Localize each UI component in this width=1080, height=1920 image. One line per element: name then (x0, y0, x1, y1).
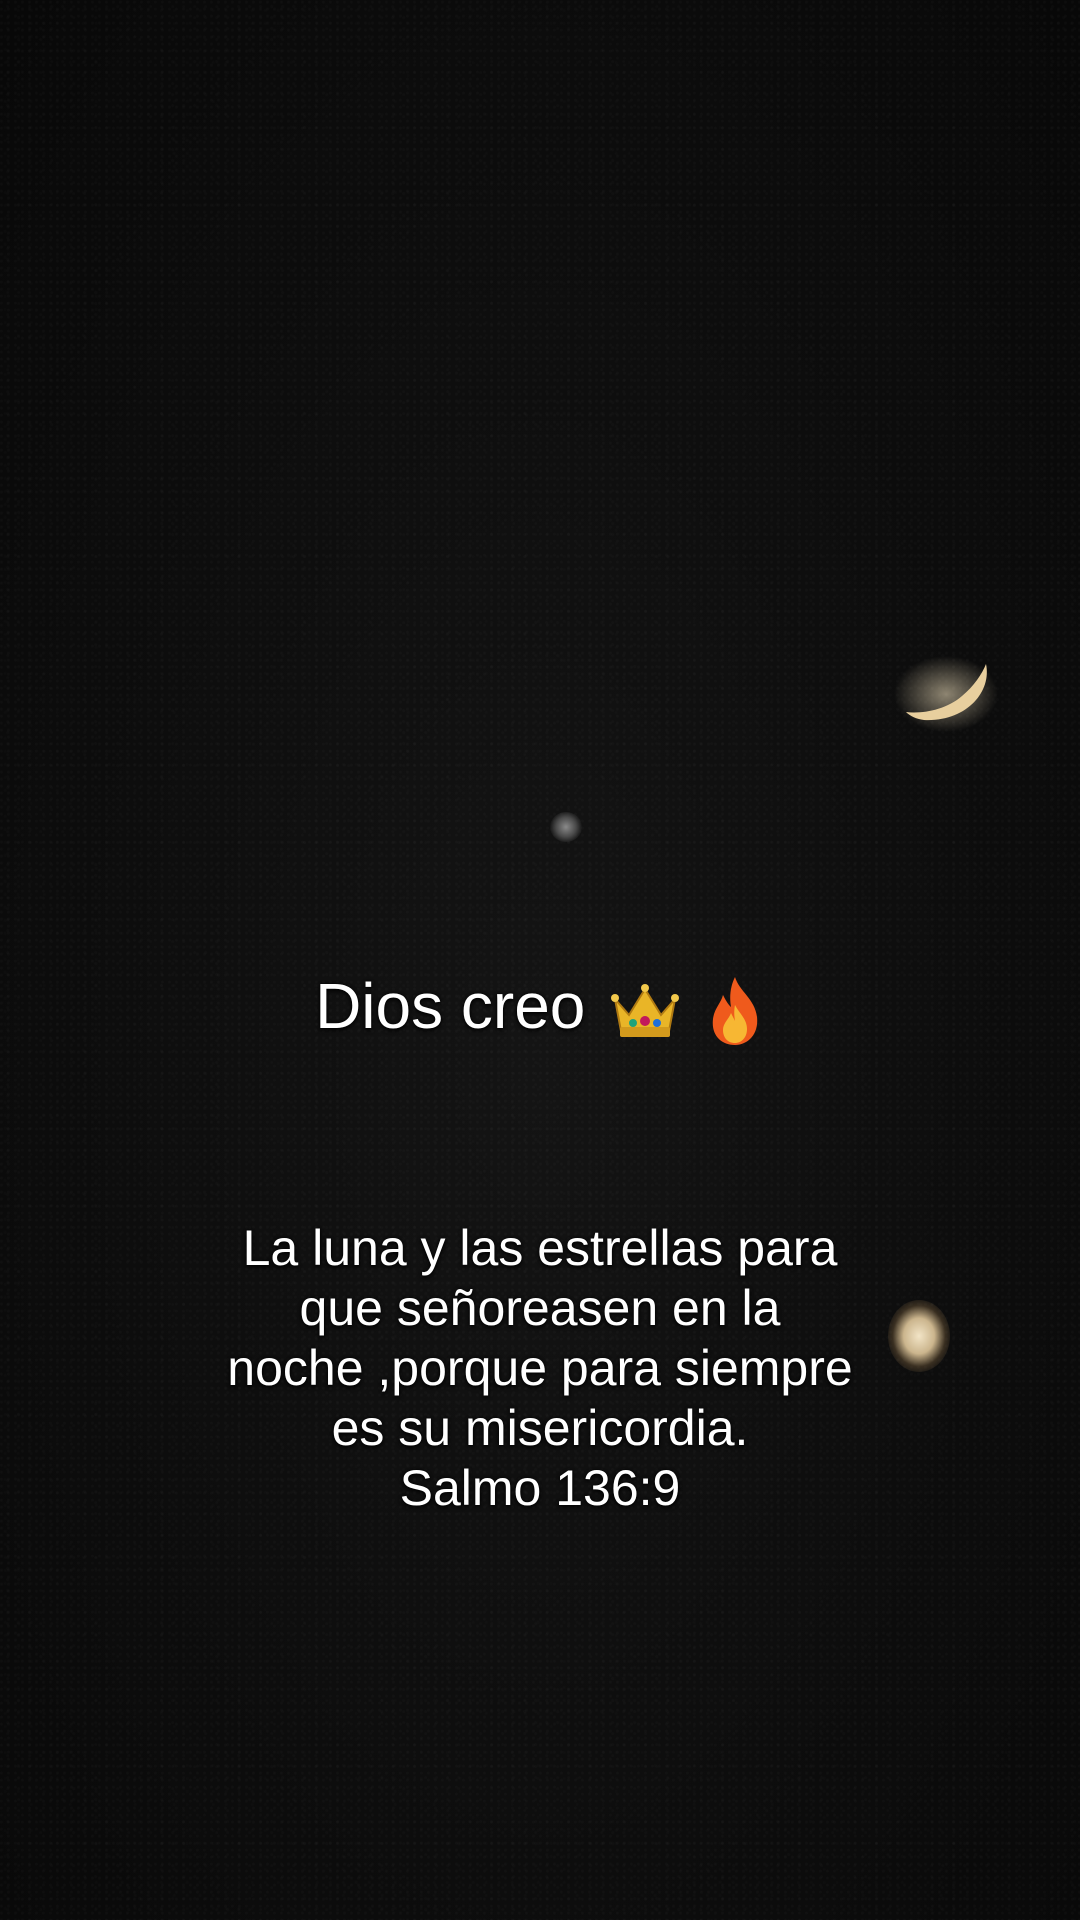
verse-line: noche ,porque para siempre (227, 1340, 853, 1396)
crescent-moon (894, 656, 998, 732)
verse-line: que señoreasen en la (299, 1280, 781, 1336)
verse-line: La luna y las estrellas para (242, 1220, 838, 1276)
verse-reference: Salmo 136:9 (399, 1460, 681, 1516)
crown-icon (611, 984, 680, 1038)
fire-icon (712, 977, 758, 1046)
night-sky-scene: Dios creo La luna y las estrellas para q… (0, 0, 1080, 1920)
headline-text: Dios creo (315, 970, 586, 1042)
faint-star (550, 812, 582, 842)
image-grain (0, 0, 1080, 1920)
verse-line: es su misericordia. (331, 1400, 749, 1456)
headline: Dios creo (0, 964, 1080, 1048)
verse-text: La luna y las estrellas para que señorea… (0, 1218, 1080, 1518)
